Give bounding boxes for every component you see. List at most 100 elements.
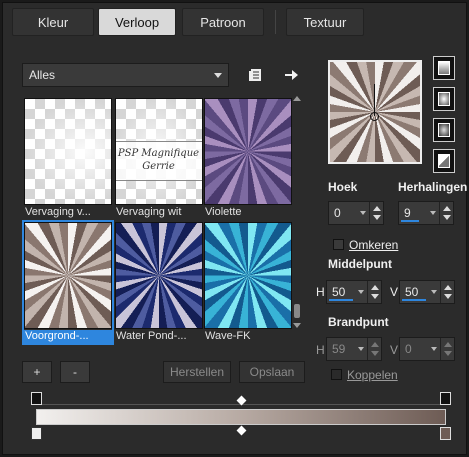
gradient-caption: Wave-FK xyxy=(205,330,251,342)
gradient-thumbnail[interactable]: Wave-FK xyxy=(204,222,292,343)
radial-type-icon[interactable] xyxy=(433,87,455,111)
chevron-down-icon[interactable] xyxy=(429,202,439,224)
sunburst-type-icon[interactable] xyxy=(433,149,455,173)
focal-h-spinner[interactable]: 59 xyxy=(326,337,382,361)
spinner-arrows[interactable] xyxy=(367,281,381,303)
color-stop-right-icon[interactable] xyxy=(440,427,451,440)
color-stop-left-icon[interactable] xyxy=(31,427,42,440)
value-indicator xyxy=(329,299,353,301)
focal-label: Brandpunt xyxy=(328,315,389,329)
gradient-bar[interactable] xyxy=(36,409,446,425)
spinner-arrows[interactable] xyxy=(439,202,453,224)
gradient-caption: Vervaging wit xyxy=(116,206,182,218)
center-h-value: 50 xyxy=(332,285,346,299)
scrollbar-thumb[interactable] xyxy=(294,304,300,318)
spinner-arrows[interactable] xyxy=(440,281,454,303)
rectangular-type-icon[interactable] xyxy=(433,118,455,142)
arrow-up-icon[interactable] xyxy=(373,206,381,211)
center-h-spinner[interactable]: 50 xyxy=(326,280,382,304)
focal-v-spinner[interactable]: 0 xyxy=(399,337,455,361)
angle-spinner[interactable]: 0 xyxy=(328,201,384,225)
gradient-caption: Voorgrond-... xyxy=(24,330,112,343)
opacity-stop-left-icon[interactable] xyxy=(31,392,42,405)
add-button[interactable]: + xyxy=(22,361,52,383)
scroll-up-icon[interactable] xyxy=(293,96,301,101)
gradient-thumbnail[interactable]: Water Pond-... xyxy=(115,222,203,343)
opacity-stop-right-icon[interactable] xyxy=(440,392,451,405)
gradient-thumbnail[interactable]: PSP Magnifique Gerrie Vervaging wit xyxy=(115,98,203,219)
category-dropdown-value: Alles xyxy=(29,68,56,82)
scroll-down-icon[interactable] xyxy=(293,323,301,328)
save-button[interactable]: Opslaan xyxy=(239,361,305,383)
gradient-thumbnail[interactable]: Violette xyxy=(204,98,292,219)
library-icon[interactable] xyxy=(245,64,267,86)
repeats-label: Herhalingen xyxy=(398,180,468,194)
arrow-up-icon[interactable] xyxy=(444,342,452,347)
arrow-down-icon[interactable] xyxy=(371,294,379,299)
focal-v-label: V xyxy=(390,343,399,357)
value-indicator xyxy=(402,299,426,301)
watermark-logo: PSP Magnifique Gerrie xyxy=(116,141,202,181)
arrow-up-icon[interactable] xyxy=(371,342,379,347)
spinner-arrows[interactable] xyxy=(369,202,383,224)
gradient-preview-image xyxy=(115,222,203,329)
center-label: Middelpunt xyxy=(328,257,392,271)
gradient-preview-image xyxy=(24,222,112,329)
focal-h-label: H xyxy=(316,343,325,357)
arrow-down-icon[interactable] xyxy=(444,351,452,356)
center-h-label: H xyxy=(316,285,325,299)
gradient-thumbnail[interactable]: Vervaging v... xyxy=(24,98,112,219)
center-v-label: V xyxy=(390,285,399,299)
angle-label: Hoek xyxy=(328,180,358,194)
reset-button[interactable]: Herstellen xyxy=(163,361,231,383)
tab-patroon[interactable]: Patroon xyxy=(182,8,264,36)
chevron-down-icon[interactable] xyxy=(357,338,367,360)
arrow-right-icon[interactable] xyxy=(280,64,302,86)
category-dropdown[interactable]: Alles xyxy=(22,63,229,87)
arrow-down-icon[interactable] xyxy=(443,215,451,220)
gradient-preview-image xyxy=(204,98,292,205)
tab-textuur[interactable]: Textuur xyxy=(286,8,364,36)
chevron-down-icon[interactable] xyxy=(430,281,440,303)
spinner-arrows[interactable] xyxy=(367,338,381,360)
gradient-preview-image xyxy=(204,222,292,329)
remove-button[interactable]: - xyxy=(60,361,90,383)
watermark-line1: PSP Magnifique xyxy=(117,148,200,159)
chevron-down-icon[interactable] xyxy=(430,338,440,360)
center-v-spinner[interactable]: 50 xyxy=(399,280,455,304)
invert-checkbox[interactable] xyxy=(333,239,344,250)
repeats-spinner[interactable]: 9 xyxy=(398,201,454,225)
chevron-down-icon xyxy=(214,73,222,78)
arrow-up-icon[interactable] xyxy=(444,285,452,290)
linear-type-icon[interactable] xyxy=(433,56,455,80)
gradient-preview-image: PSP Magnifique Gerrie xyxy=(115,98,203,205)
tab-separator xyxy=(275,10,276,34)
arrow-up-icon[interactable] xyxy=(443,206,451,211)
gradient-preview-image xyxy=(24,98,112,205)
chevron-down-icon[interactable] xyxy=(357,281,367,303)
tab-verloop[interactable]: Verloop xyxy=(98,8,176,36)
link-checkbox[interactable] xyxy=(331,369,342,380)
link-label: Koppelen xyxy=(347,368,398,382)
library-scrollbar[interactable] xyxy=(292,96,302,328)
arrow-down-icon[interactable] xyxy=(371,351,379,356)
center-handle-icon[interactable] xyxy=(370,112,379,121)
angle-value: 0 xyxy=(334,206,341,220)
focal-v-value: 0 xyxy=(405,342,412,356)
gradient-library: Vervaging v... PSP Magnifique Gerrie Ver… xyxy=(22,96,292,345)
arrow-up-icon[interactable] xyxy=(371,285,379,290)
arrow-down-icon[interactable] xyxy=(444,294,452,299)
gradient-preview[interactable] xyxy=(328,60,422,164)
gradient-thumbnail-selected[interactable]: Voorgrond-... xyxy=(22,220,114,345)
arrow-down-icon[interactable] xyxy=(373,215,381,220)
value-indicator xyxy=(401,220,419,222)
focal-h-value: 59 xyxy=(332,342,346,356)
gradient-caption: Water Pond-... xyxy=(116,330,187,342)
watermark-line2: Gerrie xyxy=(142,161,175,172)
repeats-value: 9 xyxy=(404,206,411,220)
chevron-down-icon[interactable] xyxy=(359,202,369,224)
gradient-caption: Vervaging v... xyxy=(25,206,91,218)
tab-kleur[interactable]: Kleur xyxy=(12,8,94,36)
spinner-arrows[interactable] xyxy=(440,338,454,360)
invert-label: Omkeren xyxy=(349,238,399,252)
